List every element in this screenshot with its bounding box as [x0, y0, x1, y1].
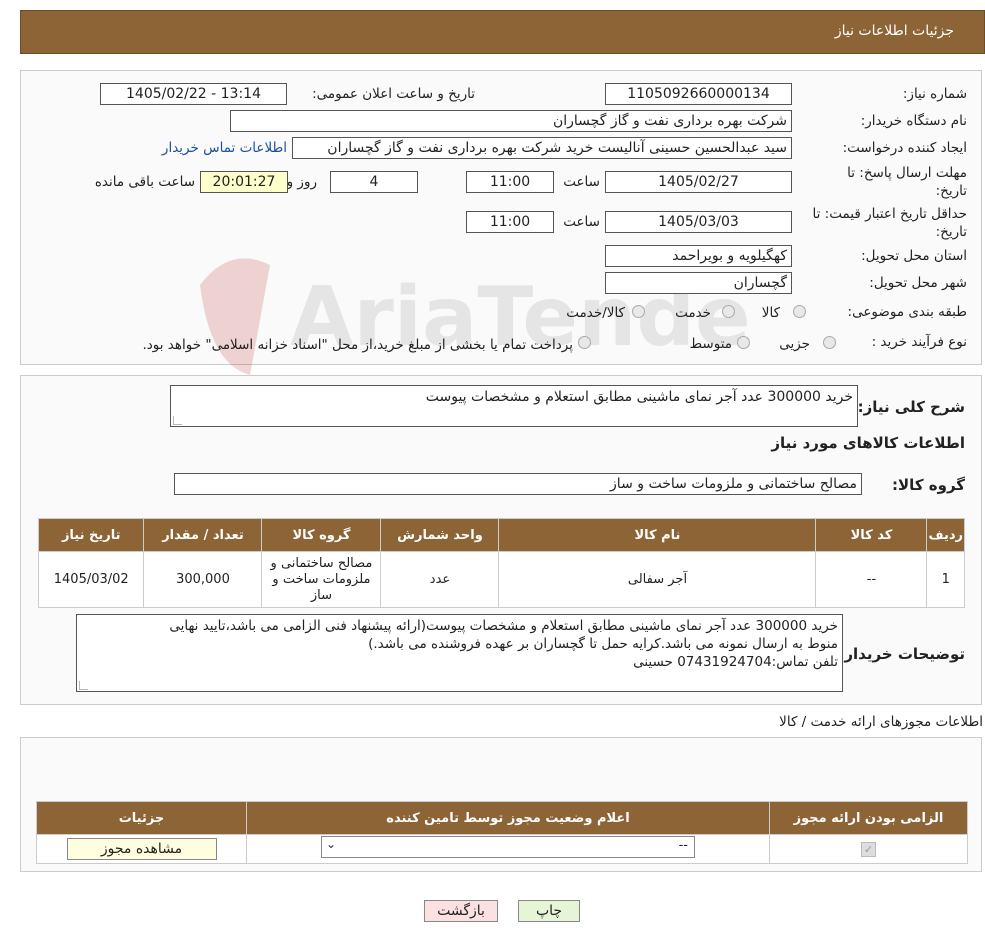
need-number-field: 1105092660000134: [605, 83, 792, 105]
col-goods-code: کد کالا: [815, 518, 928, 552]
process-radio-treasury[interactable]: [578, 336, 591, 349]
category-label: طبقه بندی موضوعی:: [847, 304, 967, 320]
remaining-time-field: 20:01:27: [200, 171, 288, 193]
resize-grip-icon[interactable]: [79, 681, 88, 690]
cell-unit: عدد: [380, 551, 500, 608]
buyer-org-field: شرکت بهره برداری نفت و گاز گچساران: [230, 110, 792, 132]
reply-deadline-label: مهلت ارسال پاسخ: تا تاریخ:: [847, 165, 967, 199]
goods-group-field: مصالح ساختمانی و ملزومات ساخت و ساز: [174, 473, 862, 495]
process-radio-medium[interactable]: [737, 336, 750, 349]
table-row: ✓ ⌄ -- مشاهده مجوز: [36, 834, 968, 864]
page-title: جزئیات اطلاعات نیاز: [834, 23, 954, 39]
remaining-time-label: ساعت باقی مانده: [94, 174, 195, 190]
category-radio-service[interactable]: [722, 305, 735, 318]
col-permit-required: الزامی بودن ارائه مجوز: [769, 801, 968, 835]
validity-time-field: 11:00: [466, 211, 554, 233]
buyer-notes-line-2: منوط به ارسال نمونه می باشد.کرایه حمل تا…: [368, 636, 838, 652]
buyer-notes-label: توضیحات خریدار:: [838, 645, 965, 663]
cell-goods-group: مصالح ساختمانی و ملزومات ساخت و ساز: [261, 551, 382, 608]
col-permit-details: جزئیات: [36, 801, 247, 835]
province-label: استان محل تحویل:: [861, 248, 967, 264]
chevron-down-icon: ⌄: [326, 837, 337, 851]
description-label: شرح کلی نیاز:: [857, 398, 965, 416]
buyer-notes-line-1: خرید 300000 عدد آجر نمای ماشینی مطابق اس…: [169, 618, 838, 634]
need-number-label: شماره نیاز:: [902, 86, 967, 102]
permits-title: اطلاعات مجوزهای ارائه خدمت / کالا: [779, 714, 983, 730]
goods-group-label: گروه کالا:: [892, 476, 965, 494]
buyer-notes-textarea: خرید 300000 عدد آجر نمای ماشینی مطابق اس…: [76, 614, 843, 692]
category-radio-goods-service[interactable]: [632, 305, 645, 318]
permits-header-row: الزامی بودن ارائه مجوز اعلام وضعیت مجوز …: [36, 801, 968, 835]
page-header: جزئیات اطلاعات نیاز: [20, 10, 985, 54]
col-quantity: تعداد / مقدار: [143, 518, 263, 552]
city-label: شهر محل تحویل:: [869, 275, 967, 291]
city-field: گچساران: [605, 272, 792, 294]
goods-info-title: اطلاعات کالاهای مورد نیاز: [771, 434, 965, 452]
announce-label: تاریخ و ساعت اعلان عمومی:: [312, 86, 475, 102]
province-field: کهگیلویه و بویراحمد: [605, 245, 792, 267]
watermark-shield-shape: [200, 258, 270, 375]
process-radio-minor[interactable]: [823, 336, 836, 349]
cell-goods-name: آجر سفالی: [498, 551, 817, 608]
category-option-service: خدمت: [675, 305, 711, 321]
cell-need-date: 1405/03/02: [37, 551, 145, 608]
table-row: 1 -- آجر سفالی عدد مصالح ساختمانی و ملزو…: [37, 551, 965, 608]
validity-date-field: 1405/03/03: [605, 211, 792, 233]
validity-time-label: ساعت: [563, 214, 600, 230]
days-label: روز و: [286, 174, 317, 190]
col-goods-group: گروه کالا: [261, 518, 382, 552]
creator-label: ایجاد کننده درخواست:: [842, 140, 967, 156]
col-need-date: تاریخ نیاز: [37, 518, 145, 552]
permit-status-value: --: [678, 838, 688, 853]
goods-table: ردیف کد کالا نام کالا واحد شمارش گروه کا…: [37, 518, 965, 608]
category-option-goods: کالا: [761, 305, 780, 321]
cell-row-number: 1: [926, 551, 965, 608]
cell-permit-status: ⌄ --: [246, 834, 770, 864]
permit-status-select[interactable]: ⌄ --: [321, 836, 695, 858]
reply-time-field: 11:00: [466, 171, 554, 193]
col-permit-status: اعلام وضعیت مجوز توسط تامین کننده: [246, 801, 770, 835]
reply-date-field: 1405/02/27: [605, 171, 792, 193]
col-row-number: ردیف: [926, 518, 965, 552]
price-validity-label: حداقل تاریخ اعتبار قیمت: تا تاریخ:: [812, 206, 967, 240]
required-checkbox[interactable]: ✓: [861, 841, 876, 857]
goods-table-header-row: ردیف کد کالا نام کالا واحد شمارش گروه کا…: [37, 518, 965, 552]
permits-table: الزامی بودن ارائه مجوز اعلام وضعیت مجوز …: [36, 801, 968, 864]
cell-permit-required: ✓: [769, 834, 968, 864]
buyer-contact-link[interactable]: اطلاعات تماس خریدار: [162, 140, 287, 156]
category-option-goods-service: کالا/خدمت: [566, 305, 625, 321]
creator-field: سید عبدالحسین حسینی آنالیست خرید شرکت به…: [292, 137, 792, 159]
description-text: خرید 300000 عدد آجر نمای ماشینی مطابق اس…: [425, 389, 853, 405]
process-option-medium: متوسط: [689, 336, 732, 352]
col-goods-name: نام کالا: [498, 518, 817, 552]
buyer-notes-line-3: تلفن تماس:07431924704 حسینی: [633, 654, 838, 670]
back-button[interactable]: بازگشت: [424, 900, 498, 922]
resize-grip-icon[interactable]: [173, 416, 182, 425]
view-permit-button[interactable]: مشاهده مجوز: [66, 838, 217, 860]
process-note: پرداخت تمام یا بخشی از مبلغ خرید،از محل …: [142, 337, 573, 353]
buyer-org-label: نام دستگاه خریدار:: [860, 113, 967, 129]
remaining-days-field: 4: [330, 171, 418, 193]
announce-field: 1405/02/22 - 13:14: [100, 83, 287, 105]
cell-permit-details: مشاهده مجوز: [36, 834, 247, 864]
print-button[interactable]: چاپ: [518, 900, 580, 922]
category-radio-goods[interactable]: [793, 305, 806, 318]
cell-goods-code: --: [815, 551, 928, 608]
process-label: نوع فرآیند خرید :: [871, 334, 967, 350]
reply-time-label: ساعت: [563, 174, 600, 190]
col-unit: واحد شمارش: [380, 518, 500, 552]
description-textarea: خرید 300000 عدد آجر نمای ماشینی مطابق اس…: [170, 385, 858, 427]
process-option-minor: جزیی: [779, 336, 810, 352]
cell-quantity: 300,000: [143, 551, 263, 608]
